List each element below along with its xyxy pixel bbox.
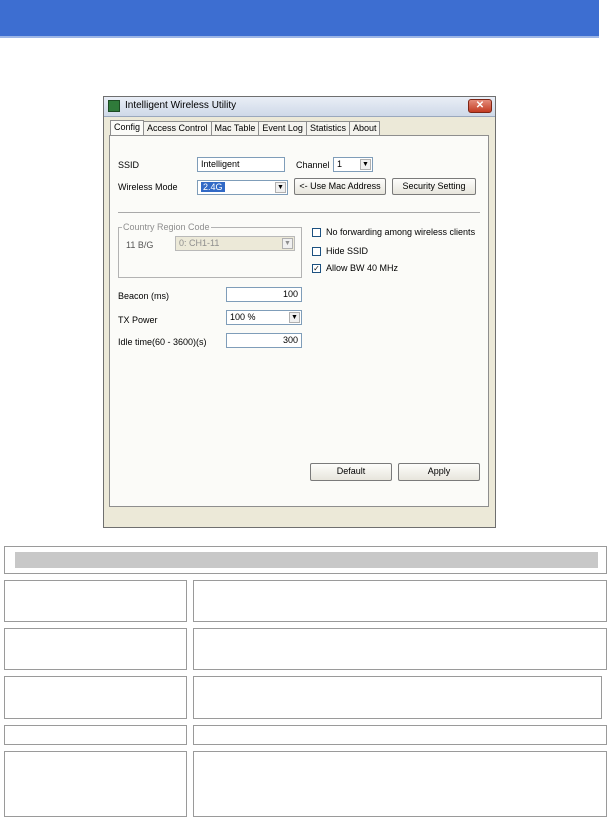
utility-window: Intelligent Wireless Utility ✕ Config Ac… xyxy=(103,96,496,528)
tx-power-select[interactable]: 100 % ▼ xyxy=(226,310,302,325)
header-banner xyxy=(0,0,599,36)
table-cell-description xyxy=(193,628,607,670)
chevron-down-icon: ▼ xyxy=(275,182,286,193)
window-titlebar[interactable]: Intelligent Wireless Utility ✕ xyxy=(104,97,495,117)
chevron-down-icon: ▼ xyxy=(360,159,371,170)
window-title: Intelligent Wireless Utility xyxy=(125,100,237,111)
beacon-label: Beacon (ms) xyxy=(118,291,170,301)
config-panel: SSID Intelligent Channel 1 ▼ Wireless Mo… xyxy=(109,135,489,507)
no-forwarding-checkbox[interactable] xyxy=(312,227,321,237)
header-banner-edge xyxy=(0,36,599,38)
table-cell-name xyxy=(4,725,187,745)
default-button[interactable]: Default xyxy=(310,463,392,481)
hide-ssid-option[interactable]: Hide SSID xyxy=(312,246,368,256)
chevron-down-icon: ▼ xyxy=(289,312,300,323)
tab-statistics[interactable]: Statistics xyxy=(305,121,350,136)
close-button[interactable]: ✕ xyxy=(468,99,492,113)
allow-bw-checkbox[interactable]: ✓ xyxy=(312,263,321,273)
table-cell-name xyxy=(4,628,187,670)
table-cell-description xyxy=(193,580,607,622)
chevron-down-icon: ▼ xyxy=(282,238,293,249)
table-cell-name xyxy=(4,676,187,719)
channel-value: 1 xyxy=(337,159,343,169)
use-mac-address-button[interactable]: <- Use Mac Address xyxy=(294,178,386,195)
table-cell-name xyxy=(4,751,187,817)
country-region-select[interactable]: 0: CH1-11 ▼ xyxy=(175,236,295,251)
ssid-label: SSID xyxy=(118,160,140,170)
table-header-bar xyxy=(15,552,598,568)
app-icon xyxy=(108,100,120,112)
channel-select[interactable]: 1 ▼ xyxy=(333,157,373,172)
no-forwarding-option[interactable]: No forwarding among wireless clients xyxy=(312,227,475,237)
channel-label: Channel xyxy=(296,160,330,170)
tab-config[interactable]: Config xyxy=(110,120,145,136)
table-cell-description xyxy=(193,725,607,745)
tab-access-control[interactable]: Access Control xyxy=(143,121,212,136)
apply-button[interactable]: Apply xyxy=(398,463,480,481)
country-region-value: 0: CH1-11 xyxy=(179,238,220,248)
security-setting-button[interactable]: Security Setting xyxy=(392,178,476,195)
check-mark-icon: ✓ xyxy=(313,263,320,273)
country-band-label: 11 B/G xyxy=(126,240,154,250)
country-region-group xyxy=(118,227,302,278)
allow-bw-option[interactable]: ✓ Allow BW 40 MHz xyxy=(312,263,398,273)
hide-ssid-checkbox[interactable] xyxy=(312,246,321,256)
table-cell-description xyxy=(193,751,607,817)
allow-bw-label: Allow BW 40 MHz xyxy=(326,263,399,273)
country-region-title: Country Region Code xyxy=(122,222,211,232)
tx-power-value: 100 % xyxy=(230,312,256,322)
hide-ssid-label: Hide SSID xyxy=(326,246,369,256)
table-cell-description xyxy=(193,676,602,719)
tab-about[interactable]: About xyxy=(348,121,381,136)
tab-bar: Config Access Control Mac Table Event Lo… xyxy=(110,120,381,136)
ssid-input[interactable]: Intelligent xyxy=(197,157,285,172)
close-icon: ✕ xyxy=(475,100,485,111)
no-forwarding-label: No forwarding among wireless clients xyxy=(326,227,476,237)
tab-mac-table[interactable]: Mac Table xyxy=(210,121,260,136)
table-cell-name xyxy=(4,580,187,622)
idle-time-input[interactable]: 300 xyxy=(226,333,302,348)
tab-event-log[interactable]: Event Log xyxy=(258,121,307,136)
tx-power-label: TX Power xyxy=(118,315,158,325)
wireless-mode-label: Wireless Mode xyxy=(118,182,178,192)
wireless-mode-select[interactable]: 2.4G ▼ xyxy=(197,180,288,195)
beacon-input[interactable]: 100 xyxy=(226,287,302,302)
wireless-mode-value: 2.4G xyxy=(201,182,225,192)
divider xyxy=(118,212,480,213)
idle-time-label: Idle time(60 - 3600)(s) xyxy=(118,337,207,347)
